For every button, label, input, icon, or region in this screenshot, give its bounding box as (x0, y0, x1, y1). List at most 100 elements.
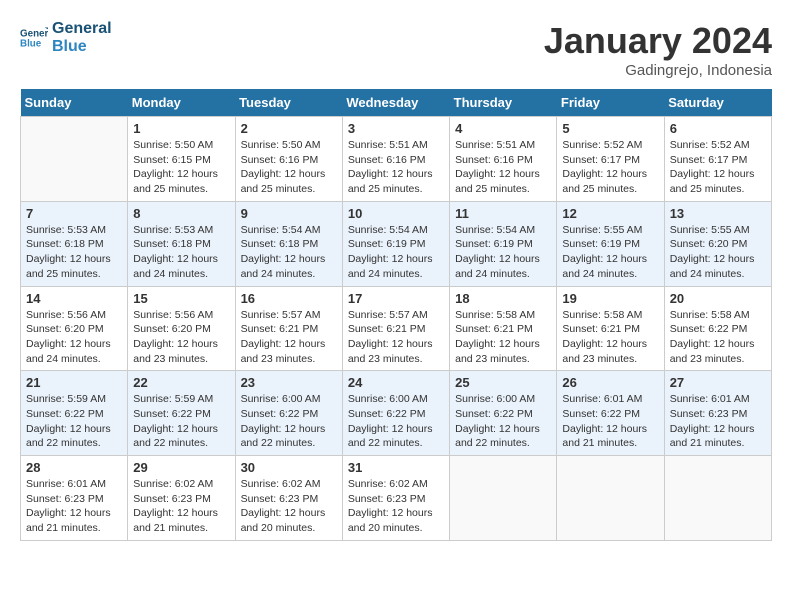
calendar-cell: 9 Sunrise: 5:54 AMSunset: 6:18 PMDaylight… (235, 201, 342, 286)
calendar-cell: 5 Sunrise: 5:52 AMSunset: 6:17 PMDaylight… (557, 117, 664, 202)
day-info: Sunrise: 5:52 AMSunset: 6:17 PMDaylight:… (562, 138, 658, 197)
day-number: 14 (26, 291, 122, 306)
calendar-cell: 22Sunrise: 5:59 AMSunset: 6:22 PMDayligh… (128, 371, 235, 456)
day-info: Sunrise: 5:59 AMSunset: 6:22 PMDaylight:… (26, 392, 122, 451)
day-info: Sunrise: 6:01 AMSunset: 6:22 PMDaylight:… (562, 392, 658, 451)
day-info: Sunrise: 6:02 AMSunset: 6:23 PMDaylight:… (133, 477, 229, 536)
day-info: Sunrise: 6:00 AMSunset: 6:22 PMDaylight:… (348, 392, 444, 451)
weekday-header-sunday: Sunday (21, 89, 128, 117)
calendar-cell (664, 456, 771, 541)
calendar-cell: 2Sunrise: 5:50 AMSunset: 6:16 PMDaylight… (235, 117, 342, 202)
day-info: Sunrise: 5:51 AMSunset: 6:16 PMDaylight:… (455, 138, 551, 197)
calendar-cell: 17Sunrise: 5:57 AMSunset: 6:21 PMDayligh… (342, 286, 449, 371)
day-info: Sunrise: 5:53 AMSunset: 6:18 PMDaylight:… (26, 223, 122, 282)
weekday-header-wednesday: Wednesday (342, 89, 449, 117)
calendar-cell: 28 Sunrise: 6:01 AMSunset: 6:23 PMDayligh… (21, 456, 128, 541)
day-info: Sunrise: 6:01 AMSunset: 6:23 PMDaylight:… (26, 477, 122, 536)
day-info: Sunrise: 5:57 AMSunset: 6:21 PMDaylight:… (348, 308, 444, 367)
day-info: Sunrise: 6:02 AMSunset: 6:23 PMDaylight:… (348, 477, 444, 536)
day-info: Sunrise: 6:00 AMSunset: 6:22 PMDaylight:… (455, 392, 551, 451)
day-info: Sunrise: 5:54 AMSunset: 6:18 PMDaylight:… (241, 223, 337, 282)
day-info: Sunrise: 5:57 AMSunset: 6:21 PMDaylight:… (241, 308, 337, 367)
day-number: 20 (670, 291, 766, 306)
day-info: Sunrise: 5:53 AMSunset: 6:18 PMDaylight:… (133, 223, 229, 282)
day-info: Sunrise: 6:00 AMSunset: 6:22 PMDaylight:… (241, 392, 337, 451)
calendar-cell: 8 Sunrise: 5:53 AMSunset: 6:18 PMDaylight… (128, 201, 235, 286)
calendar-cell: 18 Sunrise: 5:58 AMSunset: 6:21 PMDayligh… (450, 286, 557, 371)
day-number: 29 (133, 460, 229, 475)
day-number: 4 (455, 121, 551, 136)
weekday-header-saturday: Saturday (664, 89, 771, 117)
logo: General Blue General Blue (20, 20, 112, 55)
logo-icon: General Blue (20, 24, 48, 52)
day-number: 13 (670, 206, 766, 221)
day-info: Sunrise: 5:58 AMSunset: 6:21 PMDaylight:… (455, 308, 551, 367)
week-row-4: 21 Sunrise: 5:59 AMSunset: 6:22 PMDayligh… (21, 371, 772, 456)
page-header: General Blue General Blue January 2024 G… (20, 20, 772, 79)
day-info: Sunrise: 5:51 AMSunset: 6:16 PMDaylight:… (348, 138, 444, 197)
calendar-cell: 27 Sunrise: 6:01 AMSunset: 6:23 PMDayligh… (664, 371, 771, 456)
day-info: Sunrise: 5:58 AMSunset: 6:22 PMDaylight:… (670, 308, 766, 367)
day-info: Sunrise: 5:55 AMSunset: 6:20 PMDaylight:… (670, 223, 766, 282)
logo-general: General (52, 20, 112, 38)
calendar-cell: 21 Sunrise: 5:59 AMSunset: 6:22 PMDayligh… (21, 371, 128, 456)
calendar-cell: 20 Sunrise: 5:58 AMSunset: 6:22 PMDayligh… (664, 286, 771, 371)
day-number: 21 (26, 375, 122, 390)
calendar-cell (450, 456, 557, 541)
calendar-cell: 6Sunrise: 5:52 AMSunset: 6:17 PMDaylight… (664, 117, 771, 202)
day-number: 11 (455, 206, 551, 221)
day-info: Sunrise: 5:56 AMSunset: 6:20 PMDaylight:… (26, 308, 122, 367)
day-info: Sunrise: 5:54 AMSunset: 6:19 PMDaylight:… (455, 223, 551, 282)
day-info: Sunrise: 5:55 AMSunset: 6:19 PMDaylight:… (562, 223, 658, 282)
day-number: 8 (133, 206, 229, 221)
weekday-header-row: SundayMondayTuesdayWednesdayThursdayFrid… (21, 89, 772, 117)
calendar-cell: 13 Sunrise: 5:55 AMSunset: 6:20 PMDayligh… (664, 201, 771, 286)
calendar-cell: 25 Sunrise: 6:00 AMSunset: 6:22 PMDayligh… (450, 371, 557, 456)
location: Gadingrejo, Indonesia (544, 62, 772, 79)
day-number: 22 (133, 375, 229, 390)
day-number: 27 (670, 375, 766, 390)
week-row-5: 28 Sunrise: 6:01 AMSunset: 6:23 PMDayligh… (21, 456, 772, 541)
day-number: 28 (26, 460, 122, 475)
day-info: Sunrise: 6:01 AMSunset: 6:23 PMDaylight:… (670, 392, 766, 451)
day-number: 23 (241, 375, 337, 390)
calendar-cell: 3Sunrise: 5:51 AMSunset: 6:16 PMDaylight… (342, 117, 449, 202)
logo-blue: Blue (52, 38, 112, 56)
calendar-cell: 10 Sunrise: 5:54 AMSunset: 6:19 PMDayligh… (342, 201, 449, 286)
day-number: 10 (348, 206, 444, 221)
calendar-cell: 4 Sunrise: 5:51 AMSunset: 6:16 PMDaylight… (450, 117, 557, 202)
calendar-cell: 23 Sunrise: 6:00 AMSunset: 6:22 PMDayligh… (235, 371, 342, 456)
day-number: 7 (26, 206, 122, 221)
day-info: Sunrise: 5:54 AMSunset: 6:19 PMDaylight:… (348, 223, 444, 282)
week-row-1: 1Sunrise: 5:50 AMSunset: 6:15 PMDaylight… (21, 117, 772, 202)
week-row-3: 14 Sunrise: 5:56 AMSunset: 6:20 PMDayligh… (21, 286, 772, 371)
weekday-header-friday: Friday (557, 89, 664, 117)
day-number: 12 (562, 206, 658, 221)
weekday-header-monday: Monday (128, 89, 235, 117)
day-number: 5 (562, 121, 658, 136)
day-number: 24 (348, 375, 444, 390)
day-number: 9 (241, 206, 337, 221)
day-number: 18 (455, 291, 551, 306)
calendar-cell: 26 Sunrise: 6:01 AMSunset: 6:22 PMDayligh… (557, 371, 664, 456)
day-info: Sunrise: 5:52 AMSunset: 6:17 PMDaylight:… (670, 138, 766, 197)
day-number: 15 (133, 291, 229, 306)
calendar-cell: 24 Sunrise: 6:00 AMSunset: 6:22 PMDayligh… (342, 371, 449, 456)
calendar-cell: 15Sunrise: 5:56 AMSunset: 6:20 PMDayligh… (128, 286, 235, 371)
calendar-cell: 1Sunrise: 5:50 AMSunset: 6:15 PMDaylight… (128, 117, 235, 202)
month-title: January 2024 (544, 20, 772, 62)
title-block: January 2024 Gadingrejo, Indonesia (544, 20, 772, 79)
calendar-cell (557, 456, 664, 541)
calendar-cell: 11 Sunrise: 5:54 AMSunset: 6:19 PMDayligh… (450, 201, 557, 286)
day-number: 25 (455, 375, 551, 390)
day-number: 19 (562, 291, 658, 306)
day-number: 1 (133, 121, 229, 136)
calendar-cell: 7 Sunrise: 5:53 AMSunset: 6:18 PMDaylight… (21, 201, 128, 286)
calendar-cell (21, 117, 128, 202)
day-number: 16 (241, 291, 337, 306)
day-info: Sunrise: 5:58 AMSunset: 6:21 PMDaylight:… (562, 308, 658, 367)
calendar-cell: 19 Sunrise: 5:58 AMSunset: 6:21 PMDayligh… (557, 286, 664, 371)
calendar-cell: 30Sunrise: 6:02 AMSunset: 6:23 PMDayligh… (235, 456, 342, 541)
weekday-header-thursday: Thursday (450, 89, 557, 117)
day-number: 26 (562, 375, 658, 390)
